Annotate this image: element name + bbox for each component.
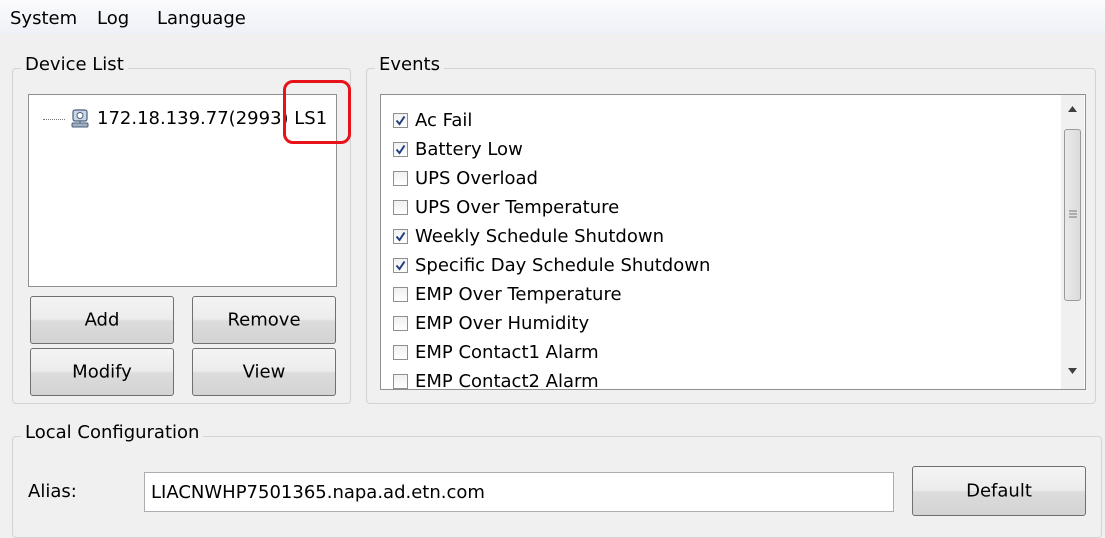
modify-button[interactable]: Modify (30, 348, 174, 396)
event-checkbox[interactable] (393, 344, 408, 360)
menu-log[interactable]: Log (97, 8, 129, 30)
menu-system[interactable]: System (10, 8, 77, 30)
event-label: EMP Over Humidity (415, 312, 590, 334)
event-checkbox[interactable] (393, 112, 408, 128)
event-label: Ac Fail (415, 109, 473, 131)
scroll-down-icon[interactable] (1067, 367, 1078, 375)
event-row[interactable]: EMP Contact1 Alarm (393, 339, 599, 365)
checkmark-icon (395, 144, 406, 155)
checkmark-icon (395, 115, 406, 126)
add-button[interactable]: Add (30, 296, 174, 344)
remove-button-label: Remove (227, 309, 301, 331)
grip-icon (1069, 210, 1077, 218)
checkmark-icon (395, 231, 406, 242)
event-checkbox[interactable] (393, 141, 408, 157)
add-button-label: Add (84, 309, 120, 331)
view-button-label: View (242, 361, 286, 383)
event-row[interactable]: EMP Over Temperature (393, 281, 622, 307)
event-checkbox[interactable] (393, 199, 408, 215)
device-list-title: Device List (21, 53, 128, 77)
event-label: UPS Overload (415, 167, 538, 189)
computer-icon (69, 108, 91, 130)
event-checkbox[interactable] (393, 315, 408, 331)
events-list: Ac Fail Battery Low UPS Overload UPS Over T… (381, 95, 1085, 389)
tree-connector (43, 118, 65, 120)
event-row[interactable]: UPS Overload (393, 165, 538, 191)
event-row[interactable]: Specific Day Schedule Shutdown (393, 252, 710, 278)
events-listbox[interactable]: Ac Fail Battery Low UPS Overload UPS Over T… (380, 94, 1086, 390)
menu-bar: System Log Language (0, 0, 1105, 34)
event-row[interactable]: Weekly Schedule Shutdown (393, 223, 664, 249)
view-button[interactable]: View (192, 348, 336, 396)
events-title: Events (375, 53, 444, 77)
event-checkbox[interactable] (393, 228, 408, 244)
event-label: EMP Contact2 Alarm (415, 370, 599, 390)
remove-button[interactable]: Remove (192, 296, 336, 344)
scrollbar-thumb[interactable] (1064, 129, 1081, 301)
alias-input[interactable] (144, 472, 894, 512)
event-checkbox[interactable] (393, 257, 408, 273)
event-row[interactable]: Battery Low (393, 136, 523, 162)
event-row[interactable]: EMP Over Humidity (393, 310, 589, 336)
event-row[interactable]: UPS Over Temperature (393, 194, 619, 220)
modify-button-label: Modify (72, 361, 132, 383)
event-label: EMP Over Temperature (415, 283, 622, 305)
default-button[interactable]: Default (912, 466, 1086, 516)
menu-language[interactable]: Language (157, 8, 246, 30)
event-checkbox[interactable] (393, 286, 408, 302)
event-label: EMP Contact1 Alarm (415, 341, 599, 363)
event-label: Battery Low (415, 138, 523, 160)
checkmark-icon (395, 260, 406, 271)
highlight-annotation (283, 80, 351, 144)
event-label: UPS Over Temperature (415, 196, 620, 218)
default-button-label: Default (966, 480, 1032, 502)
event-label: Specific Day Schedule Shutdown (415, 254, 711, 276)
event-label: Weekly Schedule Shutdown (415, 225, 664, 247)
event-checkbox[interactable] (393, 170, 408, 186)
scroll-up-icon[interactable] (1067, 105, 1078, 113)
events-scrollbar[interactable] (1061, 95, 1084, 389)
event-row[interactable]: Ac Fail (393, 107, 472, 133)
alias-label: Alias: (28, 481, 77, 502)
local-config-title: Local Configuration (21, 421, 204, 445)
event-row[interactable]: EMP Contact2 Alarm (393, 368, 599, 389)
event-checkbox[interactable] (393, 373, 408, 389)
